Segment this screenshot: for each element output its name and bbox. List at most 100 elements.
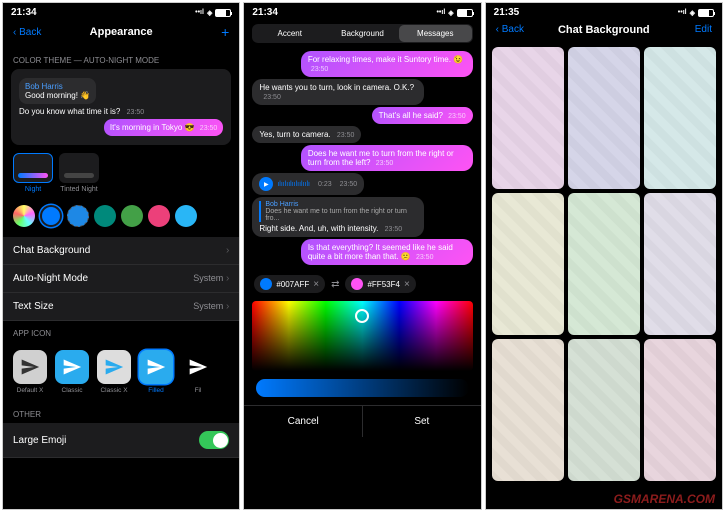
message-out: That's all he said? 23:50 bbox=[372, 107, 473, 124]
color-dot bbox=[260, 278, 272, 290]
nav-bar: ‹ Back Appearance + bbox=[3, 20, 239, 48]
tab-background[interactable]: Background bbox=[326, 25, 399, 42]
timestamp: 23:50 bbox=[200, 125, 218, 132]
color-picker[interactable] bbox=[252, 301, 472, 371]
icon-fil[interactable]: Fil bbox=[181, 350, 215, 394]
paper-plane-icon bbox=[146, 357, 166, 377]
chevron-right-icon: › bbox=[226, 273, 229, 284]
row-chat-background[interactable]: Chat Background › bbox=[3, 237, 239, 265]
chat-preview: Bob Harris Good morning! 👋 Do you know w… bbox=[11, 69, 231, 145]
paper-plane-icon bbox=[104, 357, 124, 377]
large-emoji-toggle[interactable] bbox=[199, 431, 229, 449]
background-tile[interactable] bbox=[568, 47, 640, 189]
action-buttons: Cancel Set bbox=[244, 405, 480, 437]
brightness-slider[interactable] bbox=[256, 379, 468, 397]
nav-bar: ‹ Back Chat Background Edit bbox=[486, 20, 722, 43]
play-icon: ▶ bbox=[259, 177, 273, 191]
background-tile[interactable] bbox=[568, 339, 640, 481]
color-option[interactable] bbox=[67, 205, 89, 227]
message-reply: Bob Harris Does he want me to turn from … bbox=[252, 197, 424, 237]
wifi-icon: ◈ bbox=[448, 9, 453, 17]
wifi-icon: ◈ bbox=[207, 9, 212, 17]
message-out: For relaxing times, make it Suntory time… bbox=[301, 51, 473, 77]
sender-name: Bob Harris bbox=[25, 82, 90, 91]
paper-plane-icon bbox=[20, 357, 40, 377]
status-bar: 21:35 ••ıl ◈ bbox=[486, 3, 722, 20]
edit-button[interactable]: Edit bbox=[695, 24, 712, 35]
icon-filled[interactable]: Filled bbox=[139, 350, 173, 394]
back-button[interactable]: ‹ Back bbox=[13, 27, 41, 38]
paper-plane-icon bbox=[188, 357, 208, 377]
wifi-icon: ◈ bbox=[690, 9, 695, 17]
battery-icon bbox=[457, 9, 473, 17]
swap-icon[interactable]: ⇄ bbox=[331, 279, 339, 290]
background-tile[interactable] bbox=[644, 193, 716, 335]
icon-classic-x[interactable]: Classic X bbox=[97, 350, 131, 394]
color-multi[interactable] bbox=[13, 205, 35, 227]
voice-message[interactable]: ▶ ılıılıılıılıılıılı 0:23 23:50 bbox=[252, 173, 364, 195]
color-option[interactable] bbox=[121, 205, 143, 227]
background-tile[interactable] bbox=[644, 47, 716, 189]
chevron-right-icon: › bbox=[226, 245, 229, 256]
theme-tinted-night[interactable]: Tinted Night bbox=[59, 153, 99, 193]
screen-chat-background: 21:35 ••ıl ◈ ‹ Back Chat Background Edit bbox=[485, 2, 723, 510]
color-option[interactable] bbox=[148, 205, 170, 227]
section-header-other: OTHER bbox=[3, 402, 239, 423]
status-right: ••ıl ◈ bbox=[678, 7, 714, 18]
color-selector bbox=[3, 201, 239, 237]
preview-text: Do you know what time it is? bbox=[19, 107, 120, 116]
battery-icon bbox=[698, 9, 714, 17]
color-blue[interactable] bbox=[40, 205, 62, 227]
section-header-icon: APP ICON bbox=[3, 321, 239, 342]
background-tile[interactable] bbox=[492, 339, 564, 481]
status-time: 21:35 bbox=[494, 7, 520, 18]
signal-icon: ••ıl bbox=[436, 9, 445, 16]
screen-appearance: 21:34 ••ıl ◈ ‹ Back Appearance + COLOR T… bbox=[2, 2, 240, 510]
screen-color-editor: 21:34 ••ıl ◈ Accent Background Messages … bbox=[243, 2, 481, 510]
clear-icon[interactable]: × bbox=[313, 279, 319, 290]
status-time: 21:34 bbox=[11, 7, 37, 18]
signal-icon: ••ıl bbox=[678, 9, 687, 16]
background-tile[interactable] bbox=[492, 193, 564, 335]
color-option[interactable] bbox=[175, 205, 197, 227]
theme-night[interactable]: Night bbox=[13, 153, 53, 193]
paper-plane-icon bbox=[62, 357, 82, 377]
color-option[interactable] bbox=[94, 205, 116, 227]
app-icon-selector: Default X Classic Classic X Filled Fil bbox=[3, 342, 239, 402]
hex-input-1[interactable]: #007AFF × bbox=[254, 275, 325, 293]
preview-message-in: Bob Harris Good morning! 👋 bbox=[19, 78, 96, 104]
row-text-size[interactable]: Text Size System › bbox=[3, 293, 239, 321]
chat-preview: For relaxing times, make it Suntory time… bbox=[244, 47, 480, 269]
status-right: ••ıl ◈ bbox=[436, 7, 472, 18]
clear-icon[interactable]: × bbox=[404, 279, 410, 290]
row-auto-night[interactable]: Auto-Night Mode System › bbox=[3, 265, 239, 293]
section-header-theme: COLOR THEME — AUTO-NIGHT MODE bbox=[3, 48, 239, 69]
page-title: Chat Background bbox=[558, 24, 650, 36]
hex-input-row: #007AFF × ⇄ #FF53F4 × bbox=[244, 269, 480, 299]
tab-accent[interactable]: Accent bbox=[253, 25, 326, 42]
segment-control: Accent Background Messages bbox=[252, 24, 472, 43]
background-tile[interactable] bbox=[492, 47, 564, 189]
signal-icon: ••ıl bbox=[195, 9, 204, 16]
page-title: Appearance bbox=[90, 26, 153, 38]
background-tile[interactable] bbox=[568, 193, 640, 335]
timestamp: 23:50 bbox=[127, 109, 145, 116]
preview-message-out: It's morning in Tokyo 😎 23:50 bbox=[104, 119, 223, 136]
icon-classic[interactable]: Classic bbox=[55, 350, 89, 394]
battery-icon bbox=[215, 9, 231, 17]
tab-messages[interactable]: Messages bbox=[399, 25, 472, 42]
chevron-right-icon: › bbox=[226, 301, 229, 312]
watermark: GSMARENA.COM bbox=[614, 492, 715, 506]
hex-input-2[interactable]: #FF53F4 × bbox=[345, 275, 415, 293]
icon-default-x[interactable]: Default X bbox=[13, 350, 47, 394]
cancel-button[interactable]: Cancel bbox=[244, 406, 363, 437]
set-button[interactable]: Set bbox=[363, 406, 481, 437]
picker-handle[interactable] bbox=[355, 309, 369, 323]
reply-quote: Bob Harris Does he want me to turn from … bbox=[259, 201, 417, 222]
add-button[interactable]: + bbox=[221, 24, 229, 40]
background-tile[interactable] bbox=[644, 339, 716, 481]
waveform-icon: ılıılıılıılıılıılı bbox=[277, 181, 310, 188]
message-in: He wants you to turn, look in camera. O.… bbox=[252, 79, 424, 105]
status-bar: 21:34 ••ıl ◈ bbox=[244, 3, 480, 20]
back-button[interactable]: ‹ Back bbox=[496, 24, 524, 35]
